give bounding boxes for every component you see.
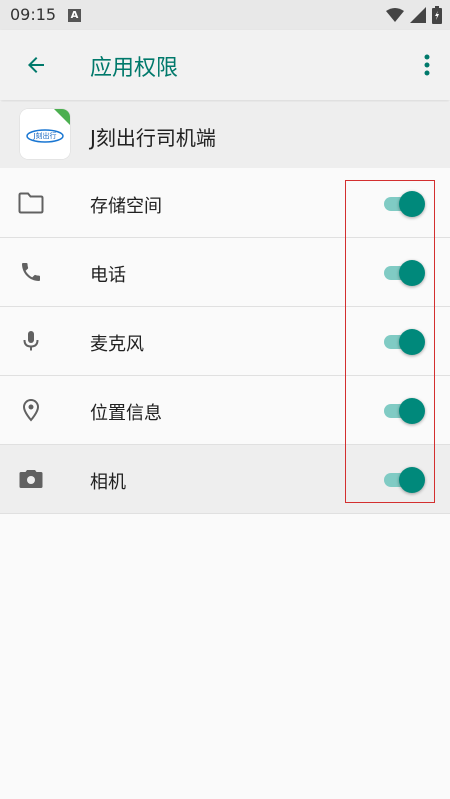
toggle-thumb: [399, 260, 425, 286]
app-bar: 应用权限: [0, 30, 450, 100]
location-toggle[interactable]: [384, 398, 428, 424]
wifi-icon: [386, 8, 404, 22]
permission-label: 存储空间: [90, 196, 162, 217]
phone-icon: [18, 259, 44, 285]
permission-row-location[interactable]: 位置信息: [0, 376, 450, 445]
more-vert-icon: [424, 54, 430, 76]
notification-icon: A: [68, 9, 81, 22]
signal-icon: [410, 7, 426, 23]
permission-label: 麦克风: [90, 334, 144, 355]
app-logo-icon: J刻出行: [20, 109, 70, 159]
permission-label: 相机: [90, 472, 126, 493]
toggle-thumb: [399, 398, 425, 424]
app-name: J刻出行司机端: [90, 126, 216, 150]
app-logo-text: J刻出行: [32, 131, 56, 140]
more-options-button[interactable]: [412, 43, 442, 87]
status-time: 09:15: [10, 5, 57, 24]
back-button[interactable]: [14, 43, 58, 87]
permission-row-phone[interactable]: 电话: [0, 238, 450, 307]
permission-row-microphone[interactable]: 麦克风: [0, 307, 450, 376]
app-header: J刻出行 J刻出行司机端: [0, 102, 450, 168]
permission-list: 存储空间 电话 麦克风 位置信息 相机: [0, 169, 450, 514]
location-icon: [18, 397, 44, 423]
camera-toggle[interactable]: [384, 467, 428, 493]
camera-icon: [18, 466, 44, 492]
microphone-icon: [18, 328, 44, 354]
permission-row-camera[interactable]: 相机: [0, 445, 450, 514]
toggle-thumb: [399, 329, 425, 355]
app-logo: J刻出行: [20, 109, 70, 159]
permission-label: 电话: [90, 265, 126, 286]
arrow-back-icon: [28, 57, 44, 73]
page-title: 应用权限: [90, 56, 179, 81]
status-bar: 09:15 A: [0, 0, 450, 30]
permission-row-storage[interactable]: 存储空间: [0, 169, 450, 238]
permission-label: 位置信息: [90, 403, 162, 424]
toggle-thumb: [399, 191, 425, 217]
status-icons: [386, 6, 442, 24]
microphone-toggle[interactable]: [384, 329, 428, 355]
toggle-thumb: [399, 467, 425, 493]
storage-toggle[interactable]: [384, 191, 428, 217]
phone-toggle[interactable]: [384, 260, 428, 286]
battery-icon: [432, 6, 442, 24]
folder-icon: [18, 190, 44, 216]
